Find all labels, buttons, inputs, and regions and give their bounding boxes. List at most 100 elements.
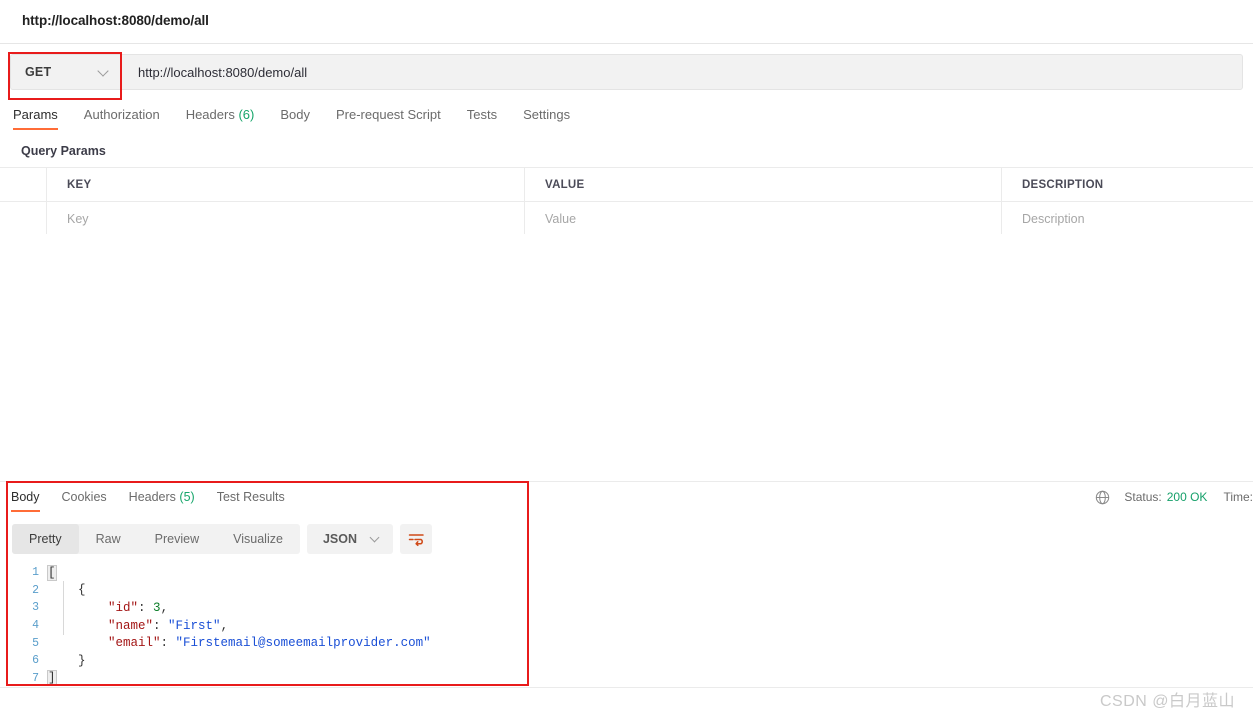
wrap-text-button[interactable] [400, 524, 432, 554]
url-input-value: http://localhost:8080/demo/all [138, 64, 308, 80]
code-token: [ [47, 564, 57, 581]
code-content: ] [47, 670, 57, 684]
http-method-select[interactable]: GET [10, 54, 120, 90]
line-number: 5 [32, 636, 39, 650]
response-tab-body-label: Body [11, 490, 40, 504]
code-token: : [160, 636, 176, 651]
tab-authorization[interactable]: Authorization [84, 104, 160, 130]
response-tabs: Body Cookies Headers (5) Test Results [11, 488, 307, 512]
bottom-strip [0, 687, 1253, 721]
code-lines: 1[2 {3 "id": 3, 4 "name": "First", 5 "emai… [0, 564, 1253, 684]
status-label: Status: [1124, 490, 1162, 504]
code-token: : [138, 600, 154, 615]
response-format-toolbar: Pretty Raw Preview Visualize JSON [12, 524, 432, 554]
code-line: 2 { [0, 582, 1253, 600]
response-body-viewer[interactable]: 1[2 {3 "id": 3, 4 "name": "First", 5 "emai… [0, 564, 1253, 684]
code-token: "Firstemail@someemailprovider.com" [175, 636, 431, 651]
line-number: 2 [32, 583, 39, 597]
view-mode-raw-label: Raw [95, 532, 121, 546]
content-type-select[interactable]: JSON [306, 524, 393, 554]
view-mode-preview-label: Preview [154, 532, 200, 546]
code-line: 1[ [0, 564, 1253, 582]
status-badge: 200 OK [1166, 490, 1208, 504]
code-token: } [78, 653, 86, 668]
table-header-key: KEY [47, 168, 525, 201]
line-number: 1 [32, 566, 39, 580]
code-token: "First" [168, 618, 221, 633]
query-params-title: Query Params [21, 144, 106, 158]
response-status-bar: Status: 200 OK Time: [1095, 488, 1253, 506]
code-token: : [153, 618, 169, 633]
code-content: [ [47, 564, 57, 581]
code-content: "email": "Firstemail@someemailprovider.c… [48, 636, 431, 650]
content-type-label: JSON [322, 532, 357, 546]
tab-pre-request-script[interactable]: Pre-request Script [336, 104, 441, 130]
code-line: 7] [0, 670, 1253, 684]
request-empty-area [0, 234, 1253, 481]
tab-body-label: Body [280, 107, 310, 122]
tab-params-label: Params [13, 107, 58, 122]
response-tab-cookies-label: Cookies [61, 490, 107, 504]
view-mode-raw[interactable]: Raw [79, 524, 138, 554]
table-row[interactable]: Key Value Description [0, 202, 1253, 236]
response-tab-test-results-label: Test Results [216, 490, 285, 504]
line-number: 3 [32, 601, 39, 615]
code-line: 3 "id": 3, [0, 599, 1253, 617]
code-token: ] [47, 670, 57, 684]
request-tab-title[interactable]: http://localhost:8080/demo/all [22, 13, 209, 28]
request-tabs: Params Authorization Headers (6) Body Pr… [0, 104, 1253, 135]
table-header-description: DESCRIPTION [1022, 178, 1104, 191]
code-line: 4 "name": "First", [0, 617, 1253, 635]
time-label: Time: [1223, 490, 1253, 504]
tab-pre-request-script-label: Pre-request Script [335, 107, 441, 122]
code-line: 6 } [0, 652, 1253, 670]
response-view-mode-group: Pretty Raw Preview Visualize [12, 524, 300, 554]
code-content: "id": 3, [48, 601, 168, 615]
line-number: 4 [32, 619, 39, 633]
response-pane: Body Cookies Headers (5) Test Results St… [0, 481, 1253, 687]
tab-headers-label: Headers [185, 107, 235, 122]
table-header-select [0, 168, 47, 201]
row-checkbox-cell[interactable] [0, 202, 47, 235]
response-tab-cookies[interactable]: Cookies [62, 488, 107, 512]
row-key-input[interactable]: Key [47, 202, 525, 235]
url-input[interactable]: http://localhost:8080/demo/all [120, 54, 1243, 90]
tab-tests-label: Tests [466, 107, 498, 122]
wrap-text-icon [408, 533, 424, 546]
view-mode-pretty[interactable]: Pretty [12, 524, 79, 554]
tab-body[interactable]: Body [280, 104, 310, 130]
chevron-down-icon [98, 66, 110, 78]
view-mode-preview[interactable]: Preview [138, 524, 216, 554]
response-tab-headers-count: (5) [179, 490, 195, 504]
code-content: } [48, 654, 86, 668]
tab-headers-count: (6) [238, 107, 255, 122]
response-tab-body[interactable]: Body [11, 488, 40, 512]
tab-tests[interactable]: Tests [467, 104, 497, 130]
tab-settings-label: Settings [523, 107, 571, 122]
code-content: "name": "First", [48, 619, 228, 633]
view-mode-visualize[interactable]: Visualize [216, 524, 300, 554]
code-token: { [78, 583, 86, 598]
request-tab-strip: http://localhost:8080/demo/all [0, 0, 1253, 44]
row-description-input[interactable]: Description [1002, 202, 1253, 235]
line-number: 6 [32, 654, 39, 668]
view-mode-visualize-label: Visualize [233, 532, 283, 546]
chevron-down-icon [371, 534, 381, 544]
http-method-label: GET [25, 65, 52, 79]
row-value-input[interactable]: Value [525, 202, 1002, 235]
tab-headers[interactable]: Headers (6) [186, 104, 255, 130]
code-token: "email" [108, 636, 161, 651]
tab-params[interactable]: Params [13, 104, 58, 130]
code-token: 3 [153, 600, 161, 615]
code-token: "id" [108, 600, 139, 615]
response-tab-headers-label: Headers [128, 490, 176, 504]
url-bar-row: GET http://localhost:8080/demo/all [0, 45, 1253, 99]
globe-icon [1096, 490, 1110, 504]
response-tab-test-results[interactable]: Test Results [217, 488, 285, 512]
query-params-table: KEY VALUE DESCRIPTION Key Value Descript… [0, 167, 1253, 236]
response-tab-headers[interactable]: Headers (5) [129, 488, 195, 512]
code-fold-rail [63, 581, 64, 635]
view-mode-pretty-label: Pretty [29, 532, 62, 546]
tab-settings[interactable]: Settings [523, 104, 570, 130]
table-header-row: KEY VALUE DESCRIPTION [0, 167, 1253, 202]
